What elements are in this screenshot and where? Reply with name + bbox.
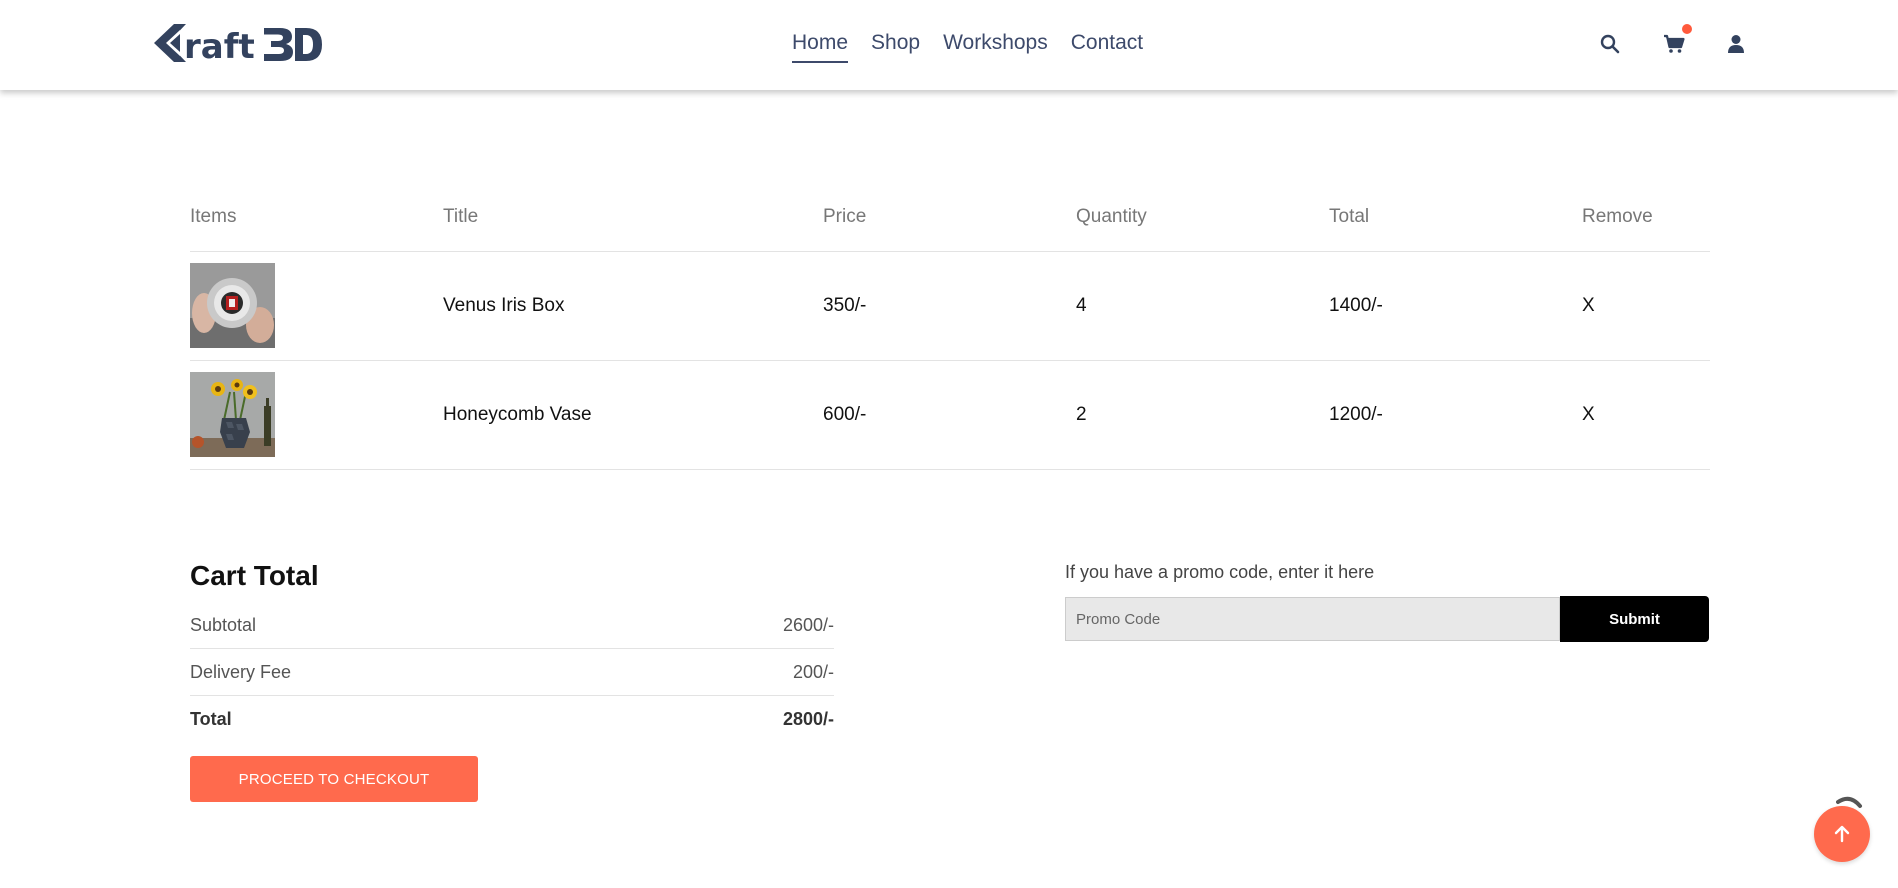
total-label: Total bbox=[190, 709, 232, 729]
subtotal-label: Subtotal bbox=[190, 615, 257, 635]
product-image-honeycomb-vase[interactable] bbox=[190, 372, 275, 457]
item-total: 1400/- bbox=[1329, 295, 1383, 316]
promo-label: If you have a promo code, enter it here bbox=[1065, 562, 1375, 582]
table-row: Venus Iris Box 350/- 4 1400/- X bbox=[190, 252, 1710, 361]
col-header-quantity: Quantity bbox=[1076, 206, 1147, 227]
promo-code-input[interactable] bbox=[1065, 597, 1560, 641]
nav-home[interactable]: Home bbox=[792, 30, 849, 63]
logo-wordmark: raft bbox=[184, 27, 255, 66]
item-title[interactable]: Honeycomb Vase bbox=[443, 404, 592, 426]
promo-code-section: If you have a promo code, enter it here … bbox=[1065, 560, 1709, 642]
total-row: Total 2800/- bbox=[190, 696, 834, 742]
kraft3d-logo[interactable]: raft bbox=[152, 20, 324, 66]
remove-item-button[interactable]: X bbox=[1582, 295, 1595, 317]
subtotal-row: Subtotal 2600/- bbox=[190, 602, 834, 649]
search-icon[interactable] bbox=[1596, 30, 1624, 58]
col-header-price: Price bbox=[823, 206, 867, 227]
promo-submit-button[interactable]: Submit bbox=[1560, 596, 1709, 642]
cart-total-section: Cart Total Subtotal 2600/- Delivery Fee … bbox=[190, 558, 834, 742]
cart-icon[interactable] bbox=[1660, 24, 1692, 58]
header-actions bbox=[1596, 24, 1750, 58]
main-nav: Home Shop Workshops Contact bbox=[792, 30, 1166, 63]
col-header-remove: Remove bbox=[1582, 206, 1653, 227]
product-image-venus-iris-box[interactable] bbox=[190, 263, 275, 348]
delivery-fee-label: Delivery Fee bbox=[190, 662, 292, 682]
col-header-items: Items bbox=[190, 206, 237, 227]
delivery-fee-value: 200/- bbox=[792, 662, 834, 682]
total-value: 2800/- bbox=[782, 709, 834, 729]
col-header-total: Total bbox=[1329, 206, 1370, 227]
item-price: 600/- bbox=[823, 404, 867, 425]
item-price: 350/- bbox=[823, 295, 867, 316]
remove-item-button[interactable]: X bbox=[1582, 404, 1595, 426]
item-title[interactable]: Venus Iris Box bbox=[443, 295, 564, 317]
site-header: raft Home Shop Workshops Contact bbox=[0, 0, 1898, 90]
arrow-up-icon bbox=[1834, 825, 1850, 843]
cart-table: Items Title Price Quantity Total Remove … bbox=[190, 196, 1710, 470]
nav-workshops[interactable]: Workshops bbox=[943, 30, 1048, 63]
cart-total-title: Cart Total bbox=[190, 560, 319, 591]
col-header-title: Title bbox=[443, 206, 479, 227]
item-quantity: 4 bbox=[1076, 295, 1087, 316]
item-quantity: 2 bbox=[1076, 404, 1087, 425]
user-icon[interactable] bbox=[1722, 30, 1750, 58]
scroll-to-top-button[interactable] bbox=[1814, 806, 1870, 862]
table-row: Honeycomb Vase 600/- 2 1200/- X bbox=[190, 361, 1710, 470]
logo-graphic: raft bbox=[154, 24, 322, 66]
nav-contact[interactable]: Contact bbox=[1071, 30, 1143, 63]
proceed-to-checkout-button[interactable]: PROCEED TO CHECKOUT bbox=[190, 756, 478, 802]
delivery-fee-row: Delivery Fee 200/- bbox=[190, 649, 834, 696]
cart-notification-dot bbox=[1682, 24, 1692, 34]
table-header-row: Items Title Price Quantity Total Remove bbox=[190, 196, 1710, 252]
item-total: 1200/- bbox=[1329, 404, 1383, 425]
nav-shop[interactable]: Shop bbox=[871, 30, 920, 63]
promo-form: Submit bbox=[1065, 596, 1709, 642]
subtotal-value: 2600/- bbox=[782, 615, 834, 635]
